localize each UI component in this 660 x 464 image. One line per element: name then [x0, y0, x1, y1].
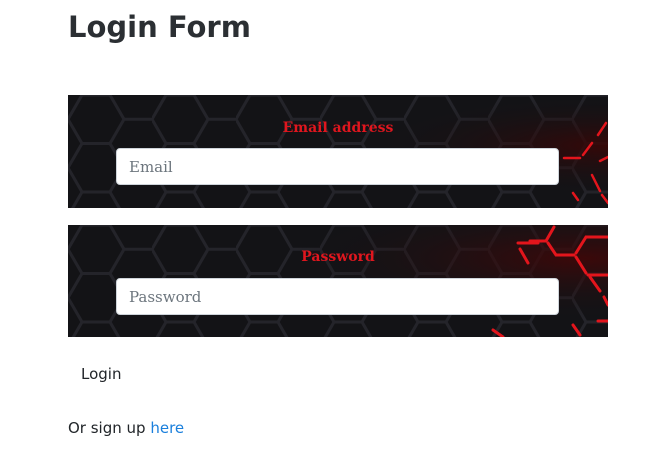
password-label: Password — [301, 249, 375, 265]
email-field-group: Email address — [68, 95, 608, 208]
email-input[interactable] — [116, 148, 559, 185]
signup-prefix: Or sign up — [68, 419, 151, 437]
login-button[interactable]: Login — [68, 360, 134, 388]
password-field-group: Password — [68, 225, 608, 337]
email-label: Email address — [282, 120, 394, 136]
signup-line: Or sign up here — [68, 417, 184, 439]
password-input[interactable] — [116, 278, 559, 315]
signup-link[interactable]: here — [150, 419, 184, 437]
page-title: Login Form — [68, 10, 251, 44]
